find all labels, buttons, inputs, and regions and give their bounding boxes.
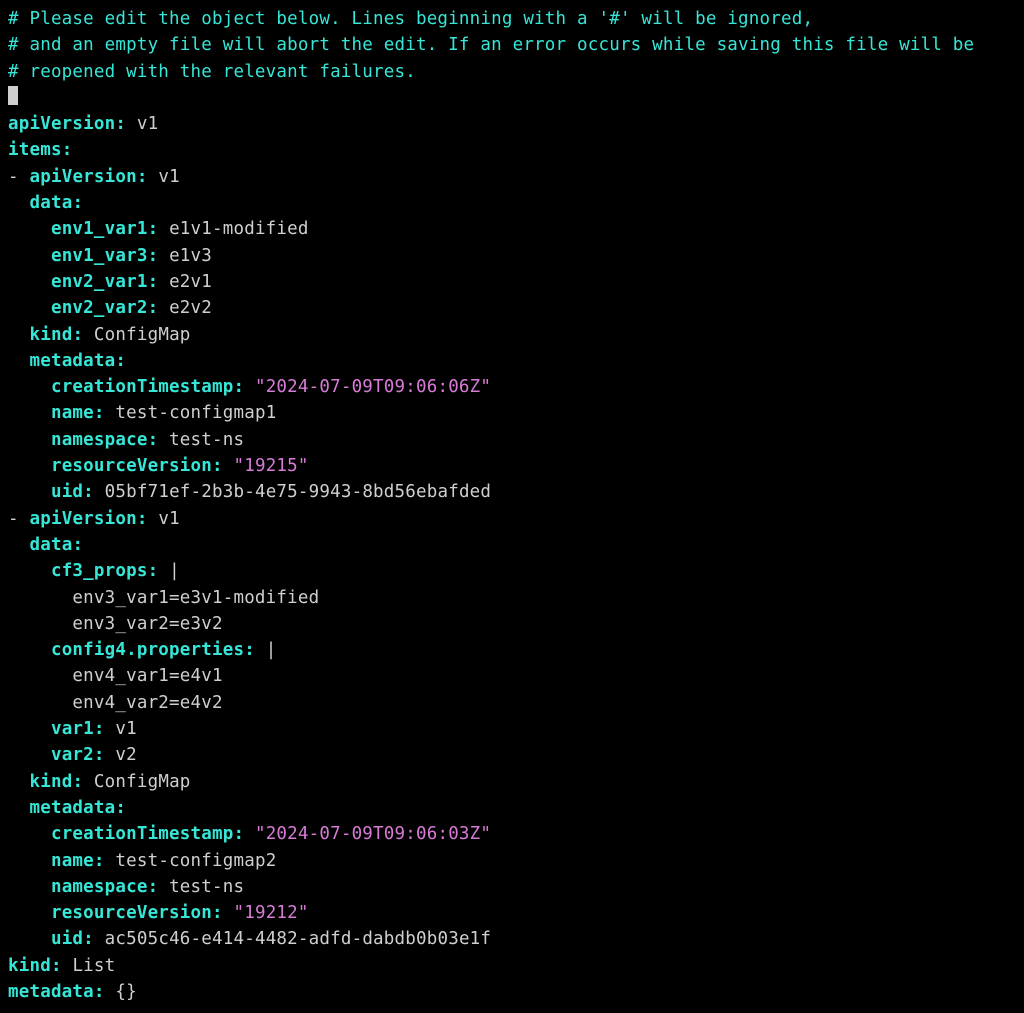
- yaml-value: e2v1: [169, 272, 212, 292]
- yaml-pipe: |: [169, 561, 180, 581]
- yaml-key: name: [51, 403, 94, 423]
- yaml-value: v1: [158, 509, 179, 529]
- yaml-value: test-ns: [169, 877, 244, 897]
- yaml-key: uid: [51, 929, 83, 949]
- yaml-value: e2v2: [169, 298, 212, 318]
- yaml-key: metadata: [8, 982, 94, 1002]
- yaml-key: env2_var2: [51, 298, 148, 318]
- yaml-key: data: [29, 193, 72, 213]
- yaml-key: metadata: [29, 798, 115, 818]
- yaml-key: env1_var1: [51, 219, 148, 239]
- yaml-key: var1: [51, 719, 94, 739]
- yaml-key: env2_var1: [51, 272, 148, 292]
- yaml-value: {}: [115, 982, 136, 1002]
- yaml-value: v2: [115, 745, 136, 765]
- yaml-key: name: [51, 851, 94, 871]
- yaml-key: uid: [51, 482, 83, 502]
- yaml-pipe: |: [266, 640, 277, 660]
- yaml-block-line: env3_var2=e3v2: [72, 614, 222, 634]
- yaml-value: ConfigMap: [94, 325, 191, 345]
- comment-line: # Please edit the object below. Lines be…: [8, 9, 813, 29]
- yaml-value: test-ns: [169, 430, 244, 450]
- yaml-editor[interactable]: # Please edit the object below. Lines be…: [0, 0, 1024, 1011]
- yaml-block-line: env4_var1=e4v1: [72, 666, 222, 686]
- yaml-value: e1v3: [169, 246, 212, 266]
- yaml-key: kind: [29, 772, 72, 792]
- yaml-value: v1: [137, 114, 158, 134]
- comment-line: # reopened with the relevant failures.: [8, 62, 416, 82]
- yaml-key: cf3_props: [51, 561, 148, 581]
- yaml-value: test-configmap1: [115, 403, 276, 423]
- yaml-value: 05bf71ef-2b3b-4e75-9943-8bd56ebafded: [105, 482, 492, 502]
- yaml-string: "2024-07-09T09:06:06Z": [255, 377, 491, 397]
- yaml-block-line: env4_var2=e4v2: [72, 693, 222, 713]
- yaml-key: kind: [29, 325, 72, 345]
- yaml-value: v1: [115, 719, 136, 739]
- comment-line: # and an empty file will abort the edit.…: [8, 35, 974, 55]
- yaml-key: apiVersion: [30, 167, 137, 187]
- yaml-key: items: [8, 140, 62, 160]
- yaml-value: e1v1-modified: [169, 219, 309, 239]
- yaml-key: metadata: [29, 351, 115, 371]
- yaml-string: "2024-07-09T09:06:03Z": [255, 824, 491, 844]
- yaml-value: ac505c46-e414-4482-adfd-dabdb0b03e1f: [105, 929, 492, 949]
- yaml-string: "19215": [233, 456, 308, 476]
- yaml-key: var2: [51, 745, 94, 765]
- list-dash: -: [8, 509, 19, 529]
- yaml-key: data: [29, 535, 72, 555]
- yaml-key: resourceVersion: [51, 903, 212, 923]
- yaml-value: ConfigMap: [94, 772, 191, 792]
- yaml-value: v1: [158, 167, 179, 187]
- yaml-key: creationTimestamp: [51, 377, 234, 397]
- yaml-key: creationTimestamp: [51, 824, 234, 844]
- yaml-value: test-configmap2: [115, 851, 276, 871]
- yaml-key: apiVersion: [8, 114, 115, 134]
- yaml-key: namespace: [51, 877, 148, 897]
- yaml-key: namespace: [51, 430, 148, 450]
- yaml-string: "19212": [233, 903, 308, 923]
- yaml-key: env1_var3: [51, 246, 148, 266]
- list-dash: -: [8, 167, 19, 187]
- yaml-value: List: [72, 956, 115, 976]
- yaml-block-line: env3_var1=e3v1-modified: [72, 588, 319, 608]
- yaml-key: resourceVersion: [51, 456, 212, 476]
- yaml-key: kind: [8, 956, 51, 976]
- text-cursor: [8, 86, 18, 105]
- yaml-key: config4.properties: [51, 640, 244, 660]
- yaml-key: apiVersion: [30, 509, 137, 529]
